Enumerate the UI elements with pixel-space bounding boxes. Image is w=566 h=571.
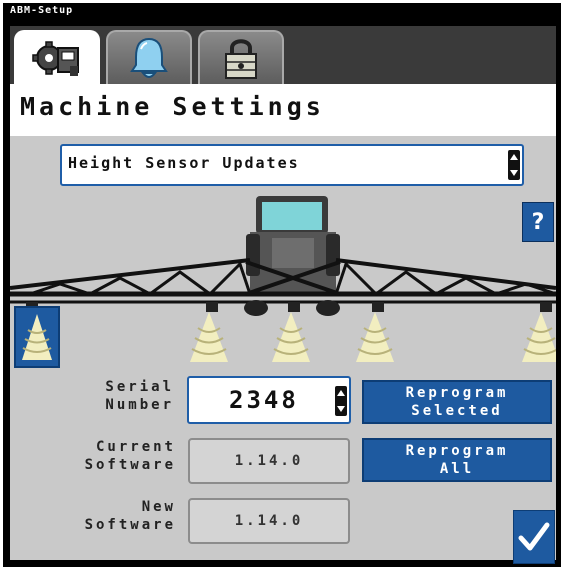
reprogram-all-button[interactable]: Reprogram All xyxy=(362,438,552,482)
reprogram-selected-button[interactable]: Reprogram Selected xyxy=(362,380,552,424)
tab-alarms[interactable] xyxy=(106,30,192,84)
select-spinner-icon[interactable] xyxy=(508,150,520,180)
new-software-label: New Software xyxy=(84,499,176,533)
sensor-4[interactable] xyxy=(352,306,398,368)
sensor-3[interactable] xyxy=(268,306,314,368)
current-software-label: Current Software xyxy=(84,439,176,473)
confirm-button[interactable] xyxy=(513,510,555,564)
tab-machine-settings[interactable] xyxy=(14,30,100,84)
reprogram-selected-label-2: Selected xyxy=(411,403,503,419)
sensor-1[interactable] xyxy=(14,306,60,368)
reprogram-all-label-1: Reprogram xyxy=(405,443,509,459)
tab-security[interactable] xyxy=(198,30,284,84)
tab-bar xyxy=(10,26,556,84)
checkmark-icon xyxy=(518,522,550,551)
serial-number-value: 2348 xyxy=(229,386,299,414)
settings-category-select[interactable]: Height Sensor Updates xyxy=(60,144,524,186)
sensor-5[interactable] xyxy=(518,306,556,368)
serial-number-input[interactable]: 2348 xyxy=(187,376,351,424)
sensor-cone-icon xyxy=(356,312,394,362)
sensor-cone-icon xyxy=(272,312,310,362)
select-value: Height Sensor Updates xyxy=(68,154,300,172)
gear-machine-icon xyxy=(32,41,79,76)
settings-panel: Height Sensor Updates ? Serial Number 23… xyxy=(10,136,556,564)
sensor-cone-icon xyxy=(190,312,228,362)
sensor-cone-icon xyxy=(522,312,556,362)
bell-icon xyxy=(130,37,168,78)
serial-spinner-icon[interactable] xyxy=(335,386,347,416)
page-header: Machine Settings xyxy=(10,84,556,136)
sensor-cone-icon xyxy=(22,314,52,360)
serial-number-label: Serial Number xyxy=(105,379,174,413)
reprogram-selected-label-1: Reprogram xyxy=(405,385,509,401)
page-title: Machine Settings xyxy=(20,92,325,121)
window-title: ABM-Setup xyxy=(10,5,74,16)
lock-icon xyxy=(225,39,257,79)
new-software-value: 1.14.0 xyxy=(188,498,350,544)
sensor-2[interactable] xyxy=(186,306,232,368)
current-software-value: 1.14.0 xyxy=(188,438,350,484)
reprogram-all-label-2: All xyxy=(439,461,475,477)
